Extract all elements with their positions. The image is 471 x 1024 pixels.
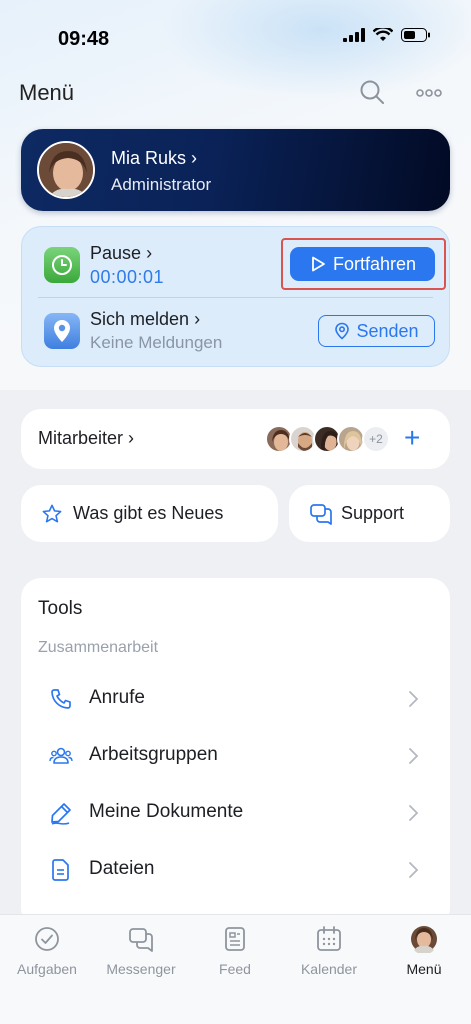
profile-role: Administrator (111, 175, 212, 194)
chevron-right-icon (409, 748, 419, 764)
location-icon (335, 322, 350, 340)
tool-label: Arbeitsgruppen (89, 744, 218, 765)
chat-icon (129, 928, 153, 952)
send-button[interactable]: Senden (318, 315, 435, 347)
play-icon (312, 256, 325, 272)
tools-title: Tools (38, 598, 83, 619)
tool-label: Dateien (89, 858, 155, 879)
tools-section-label: Zusammenarbeit (38, 639, 159, 656)
send-label: Senden (356, 320, 419, 341)
file-icon (52, 859, 69, 881)
add-employee-button[interactable]: + (404, 424, 420, 452)
more-icon[interactable] (415, 78, 443, 106)
star-icon (42, 504, 62, 522)
location-pin-icon (44, 313, 80, 349)
pen-icon (51, 803, 71, 825)
tab-label: Menü (406, 961, 442, 977)
time-tracking-card: Pause › 00:00:01 Fortfahren Sich melden … (21, 226, 450, 367)
profile-name: Mia Ruks › (111, 148, 198, 168)
avatar (337, 425, 365, 453)
system-icons (343, 28, 431, 42)
check-circle-icon (35, 927, 59, 951)
support-button[interactable]: Support (289, 485, 450, 542)
group-icon (49, 747, 73, 764)
wifi-icon (373, 28, 393, 41)
tool-label: Meine Dokumente (89, 801, 244, 822)
tab-label: Kalender (300, 961, 358, 977)
phone-icon (51, 689, 71, 709)
news-button[interactable]: Was gibt es Neues (21, 485, 278, 542)
tab-feed[interactable]: Feed (188, 925, 282, 977)
feed-icon (225, 927, 245, 951)
avatar (37, 141, 95, 199)
tool-item-my-documents[interactable]: Meine Dokumente (21, 789, 450, 837)
search-icon[interactable] (358, 78, 386, 106)
employees-card[interactable]: Mitarbeiter › +2 + (21, 409, 450, 469)
chevron-right-icon (409, 691, 419, 707)
tool-label: Anrufe (89, 687, 145, 708)
tab-messenger[interactable]: Messenger (94, 925, 188, 977)
battery-icon (401, 28, 430, 42)
support-chat-icon (310, 503, 332, 525)
tab-menu[interactable]: Menü (377, 925, 471, 977)
chevron-right-icon: › (194, 309, 201, 329)
pause-timer: 00:00:01 (90, 267, 165, 287)
tab-tasks[interactable]: Aufgaben (0, 925, 94, 977)
signal-icon (343, 28, 365, 42)
tool-item-calls[interactable]: Anrufe (21, 675, 450, 723)
bottom-tab-bar: Aufgaben Messenger Feed Kalender Menü (0, 914, 471, 1024)
calendar-icon (317, 926, 341, 951)
tab-label: Messenger (106, 961, 176, 977)
tab-label: Aufgaben (17, 961, 77, 977)
tab-label: Feed (219, 961, 251, 977)
report-subtitle: Keine Meldungen (90, 333, 223, 352)
status-time: 09:48 (58, 28, 110, 50)
chevron-right-icon: › (191, 148, 198, 168)
chevron-right-icon (409, 862, 419, 878)
tools-card: Tools Zusammenarbeit Anrufe Arbeitsgrupp… (21, 578, 450, 928)
page-title: Menü (19, 80, 75, 105)
profile-card[interactable]: Mia Ruks › Administrator (21, 129, 450, 211)
employees-label: Mitarbeiter › (38, 428, 135, 448)
tool-item-workgroups[interactable]: Arbeitsgruppen (21, 732, 450, 780)
tab-calendar[interactable]: Kalender (282, 925, 376, 977)
tool-item-files[interactable]: Dateien (21, 846, 450, 894)
divider (38, 297, 433, 298)
status-bar: 09:48 (0, 0, 471, 80)
support-label: Support (341, 503, 405, 523)
report-label[interactable]: Sich melden › (90, 309, 200, 330)
continue-label: Fortfahren (332, 253, 417, 274)
pause-label[interactable]: Pause › (90, 243, 152, 264)
chevron-right-icon: › (128, 428, 135, 448)
avatar-icon (411, 926, 437, 953)
chevron-right-icon (409, 805, 419, 821)
more-employees-badge: +2 (362, 425, 390, 453)
news-label: Was gibt es Neues (73, 503, 224, 523)
continue-button[interactable]: Fortfahren (290, 247, 435, 281)
chevron-right-icon: › (146, 243, 153, 263)
clock-icon (44, 247, 80, 283)
